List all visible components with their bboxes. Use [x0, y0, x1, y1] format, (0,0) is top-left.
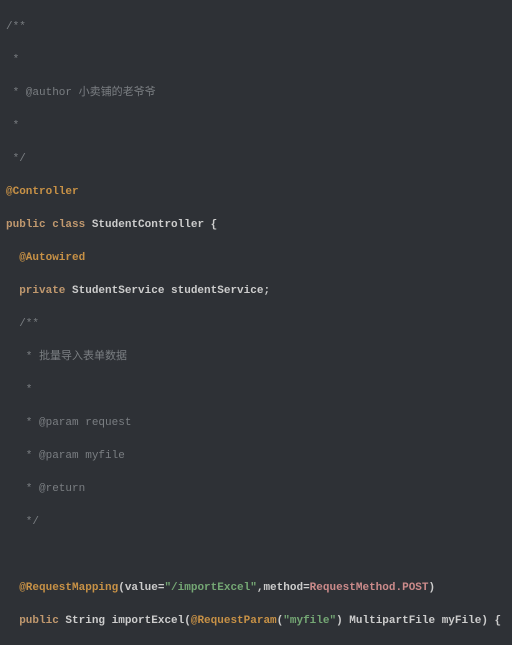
- field-decl: StudentService studentService;: [72, 285, 270, 297]
- doc-comment: * @return: [6, 483, 85, 495]
- string-literal: "/importExcel": [164, 582, 256, 594]
- doc-comment: /**: [6, 318, 39, 330]
- annotation-request-param: @RequestParam: [191, 615, 277, 627]
- doc-comment: */: [6, 516, 39, 528]
- annotation-request-mapping: @RequestMapping: [6, 582, 118, 594]
- anno-open: (value=: [118, 582, 164, 594]
- keyword-class: class: [52, 219, 92, 231]
- anno-close: ): [429, 582, 436, 594]
- doc-comment: *: [6, 384, 32, 396]
- anno-sep: ,method=: [257, 582, 310, 594]
- string-literal: "myfile": [283, 615, 336, 627]
- annotation-autowired: @Autowired: [6, 252, 85, 264]
- doc-comment: /**: [6, 21, 26, 33]
- method-sig: String importExcel(: [65, 615, 190, 627]
- keyword-public: public: [6, 219, 52, 231]
- keyword-public: public: [6, 615, 65, 627]
- author-name: 小卖铺的老爷爷: [79, 87, 156, 99]
- doc-comment: *: [6, 351, 39, 363]
- doc-comment: *: [6, 120, 19, 132]
- keyword-private: private: [6, 285, 72, 297]
- doc-desc: 批量导入表单数据: [39, 351, 127, 363]
- annotation-controller: @Controller: [6, 186, 79, 198]
- enum-value: RequestMethod.POST: [310, 582, 429, 594]
- class-name: StudentController {: [92, 219, 217, 231]
- doc-comment: * @author: [6, 87, 79, 99]
- code-editor[interactable]: /** * * @author 小卖铺的老爷爷 * */ @Controller…: [0, 0, 512, 645]
- doc-comment: * @param request: [6, 417, 131, 429]
- doc-comment: * @param myfile: [6, 450, 125, 462]
- param-rest: ) MultipartFile myFile) {: [336, 615, 501, 627]
- doc-comment: *: [6, 54, 19, 66]
- doc-comment: */: [6, 153, 26, 165]
